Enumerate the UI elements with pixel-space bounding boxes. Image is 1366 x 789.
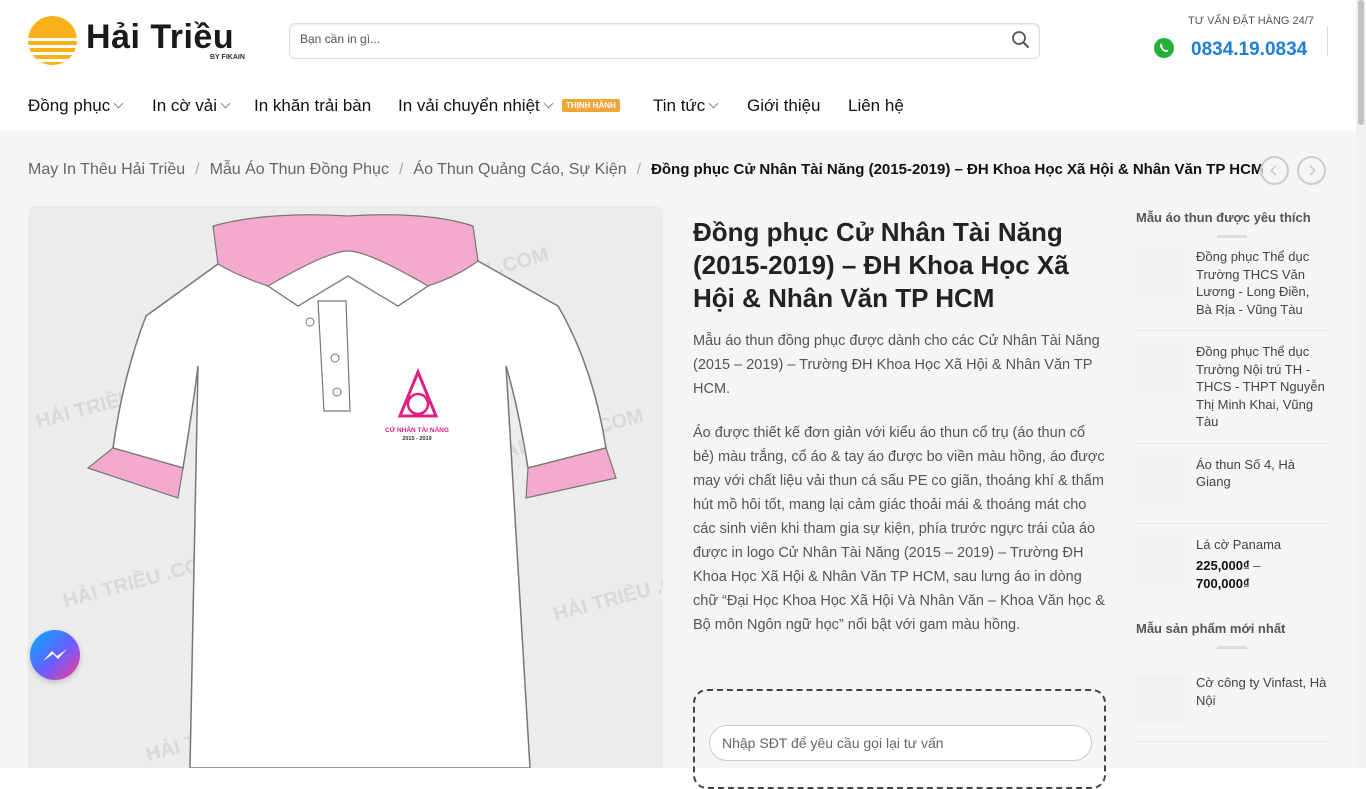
description-paragraph: Áo được thiết kế đơn giản với kiểu áo th… [693,425,1105,633]
logo-tagline: BY FIKAIN [210,54,245,61]
list-item[interactable]: Lá cờ Panama 225,000₫ – 700,000₫ [1136,524,1328,606]
chevron-right-icon [1305,165,1316,176]
product-link[interactable]: Đồng phục Thể dục Trường Nội trú TH - TH… [1196,343,1328,431]
product-link[interactable]: Lá cờ Panama [1196,536,1328,554]
list-item[interactable]: Đồng phục Thể dục Trường Nội trú TH - TH… [1136,331,1328,444]
price-range: 225,000₫ – 700,000₫ [1196,557,1328,593]
logo-sun-icon [28,16,77,65]
product-thumbnail[interactable] [1136,674,1184,722]
list-item[interactable]: Đồng phục Thể dục Trường THCS Văn Lương … [1136,248,1328,331]
chevron-down-icon [543,98,554,109]
product-thumbnail[interactable] [1136,248,1184,296]
phone-callback-input[interactable] [709,725,1092,761]
chevron-down-icon [708,98,719,109]
hotline-number[interactable]: 0834.19.0834 [1191,39,1307,61]
breadcrumb-link[interactable]: May In Thêu Hải Triều [28,161,185,178]
scrollbar-thumb[interactable] [1358,0,1364,125]
description-paragraph: Mẫu áo thun đồng phục được dành cho các … [693,333,1100,397]
chevron-down-icon [220,98,231,109]
messenger-icon [43,649,67,661]
polo-shirt-image: HẢI TRIỀU .COM HẢI TRIỀU .COM HẢI TRIỀU … [33,214,663,768]
product-title: Đồng phục Cử Nhân Tài Năng (2015-2019) –… [693,217,1069,313]
product-thumbnail[interactable] [1136,343,1184,391]
svg-text:HẢI TRIỀU .COM: HẢI TRIỀU .COM [551,563,663,626]
nav-label: Liên hệ [848,96,904,115]
product-thumbnail[interactable] [1136,455,1184,504]
breadcrumb-current: Đồng phục Cử Nhân Tài Năng (2015-2019) –… [651,161,1264,178]
widget-title-latest: Mẫu sản phẩm mới nhất [1136,621,1286,636]
search-icon [1012,31,1029,48]
nav-label: In cờ vải [152,96,218,115]
list-item[interactable]: Áo thun Số 4, Hà Giang [1136,444,1328,524]
product-link[interactable]: Cờ công ty Vinfast, Hà Nội [1196,674,1328,709]
breadcrumb-link[interactable]: Áo Thun Quảng Cáo, Sự Kiện [413,161,626,178]
trending-badge: THỊNH HÀNH [562,99,620,112]
divider [1217,646,1247,649]
callback-form [693,689,1106,789]
main-nav: Đồng phục In cờ vải In khăn trải bàn In … [0,82,1356,131]
nav-label: Tin tức [653,96,706,115]
nav-item-dong-phuc[interactable]: Đồng phục [28,96,124,116]
next-product-button[interactable] [1297,156,1326,185]
logo-brand-text: Hải Triều [86,18,235,56]
breadcrumb: May In Thêu Hải Triều / Mẫu Áo Thun Đồng P… [28,161,1263,179]
nav-label: In khăn trải bàn [254,96,372,115]
nav-label: Giới thiệu [747,96,821,115]
list-item[interactable]: Cờ công ty Vinfast, Hà Nội [1136,662,1328,742]
product-link[interactable]: Đồng phục Thể dục Trường THCS Văn Lương … [1196,248,1328,318]
chevron-down-icon [113,98,124,109]
logo-years: 2015 - 2019 [402,436,431,442]
prev-product-button[interactable] [1260,156,1289,185]
nav-item-in-khan-trai-ban[interactable]: In khăn trải bàn [254,96,371,116]
hotline-label: TƯ VẤN ĐẶT HÀNG 24/7 [1188,15,1314,27]
product-description: Mẫu áo thun đồng phục được dành cho các … [693,329,1105,657]
nav-item-in-vai-chuyen-nhiet[interactable]: In vải chuyển nhiệt [398,96,554,116]
page-scrollbar[interactable] [1356,0,1366,768]
price-min: 225,000₫ [1196,558,1250,573]
product-image[interactable]: HẢI TRIỀU .COM HẢI TRIỀU .COM HẢI TRIỀU … [28,206,663,768]
nav-label: Đồng phục [28,96,111,115]
divider [1327,26,1328,56]
messenger-chat-button[interactable] [30,630,80,680]
logo-text: CỬ NHÂN TÀI NĂNG [385,425,449,434]
price-max: 700,000₫ [1196,576,1250,591]
header: Hải Triều BY FIKAIN TƯ VẤN ĐẶT HÀNG 24/7… [0,0,1356,82]
price-separator: – [1253,558,1261,573]
product-link[interactable]: Áo thun Số 4, Hà Giang [1196,456,1328,491]
divider [1217,235,1247,238]
product-thumbnail[interactable] [1136,535,1184,584]
site-logo[interactable]: Hải Triều BY FIKAIN [28,16,250,66]
nav-item-lien-he[interactable]: Liên hệ [848,96,904,116]
chevron-left-icon [1270,165,1281,176]
search-button[interactable] [1011,30,1031,52]
nav-item-tin-tuc[interactable]: Tin tức [653,96,719,116]
sidebar: Mẫu áo thun được yêu thích Đồng phục Thể… [1136,206,1328,742]
nav-item-in-co-vai[interactable]: In cờ vải [152,96,231,116]
breadcrumb-separator: / [398,161,404,178]
nav-item-gioi-thieu[interactable]: Giới thiệu [747,96,821,116]
search-bar [289,23,1040,59]
breadcrumb-separator: / [195,161,200,178]
widget-title-popular: Mẫu áo thun được yêu thích [1136,210,1311,225]
phone-whatsapp-icon [1154,38,1174,58]
search-input[interactable] [300,32,1000,46]
breadcrumb-separator: / [636,161,642,178]
nav-label: In vải chuyển nhiệt [398,96,540,115]
breadcrumb-link[interactable]: Mẫu Áo Thun Đồng Phục [210,161,389,178]
